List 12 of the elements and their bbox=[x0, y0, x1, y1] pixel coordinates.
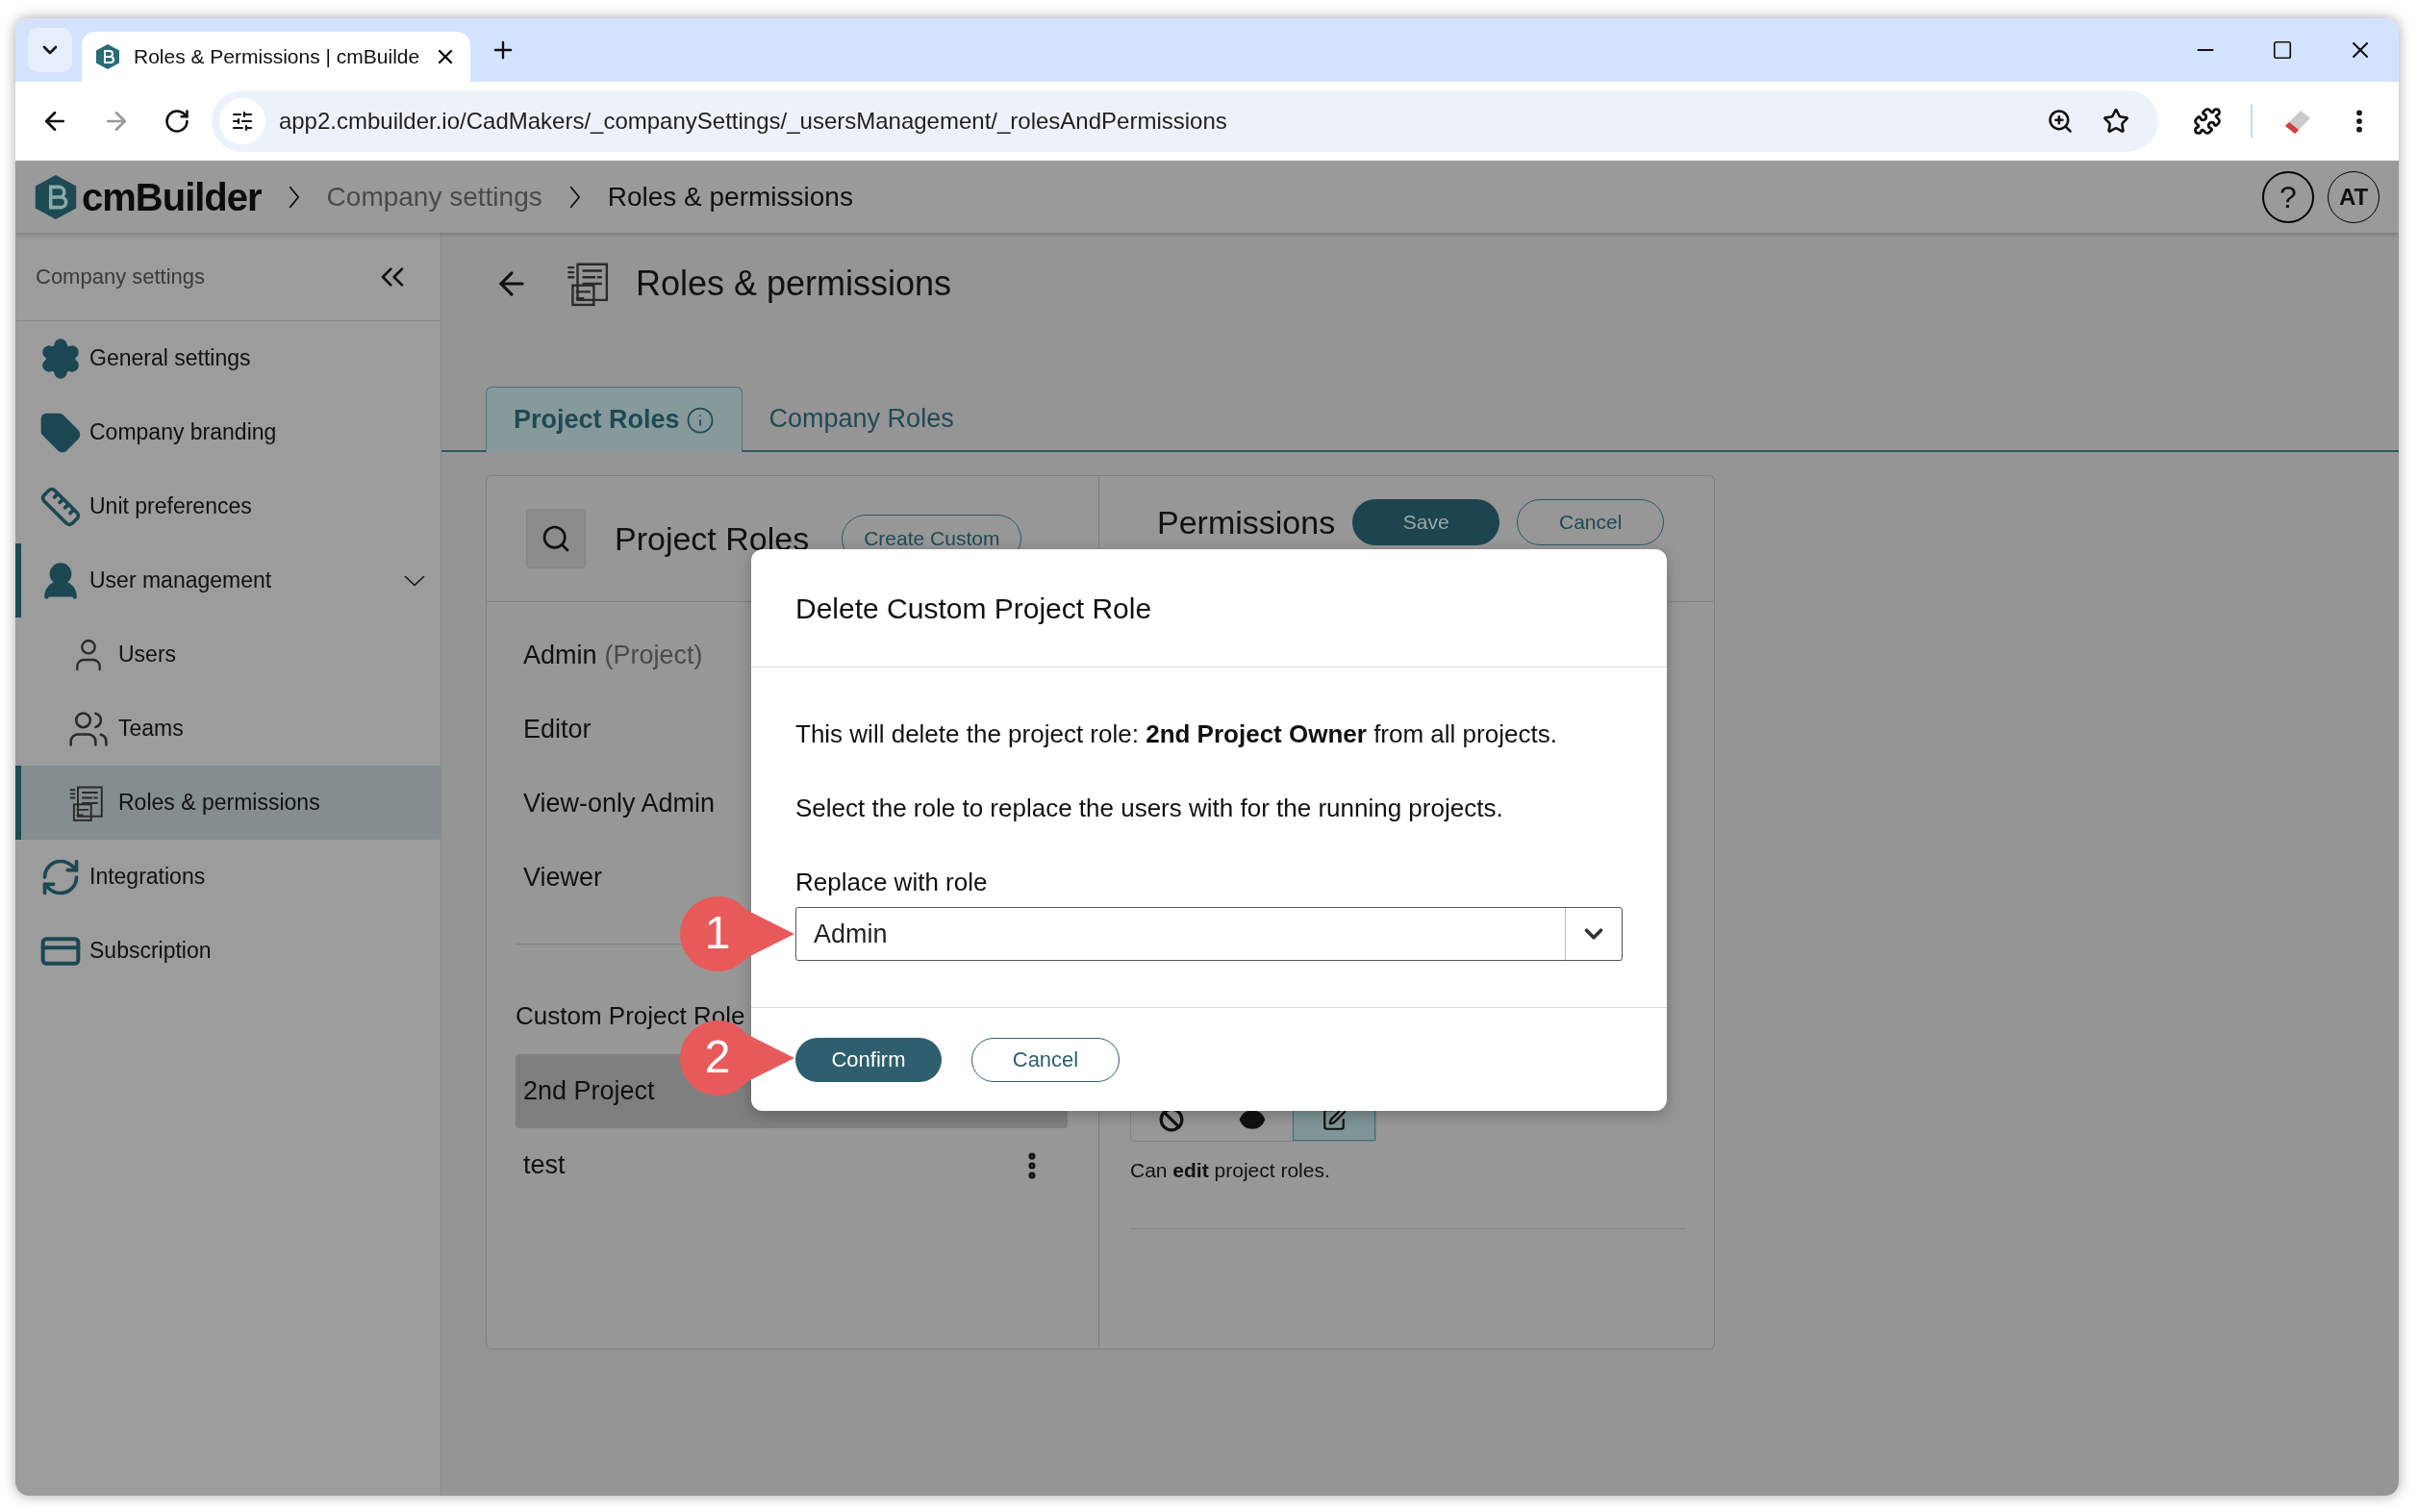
page-title: Roles & permissions bbox=[636, 263, 952, 305]
dialog-message: This will delete the project role: 2nd Project Owner from all projects. bbox=[795, 719, 1558, 748]
tab-title: Roles & Permissions | cmBuilde bbox=[134, 44, 420, 70]
permission-description: Can edit project roles. bbox=[1130, 1158, 1331, 1183]
panel-title: Project Roles bbox=[615, 518, 810, 559]
field-label: Replace with role bbox=[795, 868, 989, 896]
sidebar-title: Company settings bbox=[36, 264, 206, 290]
dialog-title: Delete Custom Project Role bbox=[795, 591, 1152, 626]
url-text: app2.cmbuilder.io/CadMakers/_companySettings/_usersManagement/_rolesAndPermissions bbox=[278, 107, 1228, 136]
dialog-instruction: Select the role to replace the users with for the running projects. bbox=[795, 794, 1504, 822]
panel-title: Permissions bbox=[1157, 502, 1336, 542]
breadcrumb: Roles & permissions bbox=[607, 180, 853, 214]
